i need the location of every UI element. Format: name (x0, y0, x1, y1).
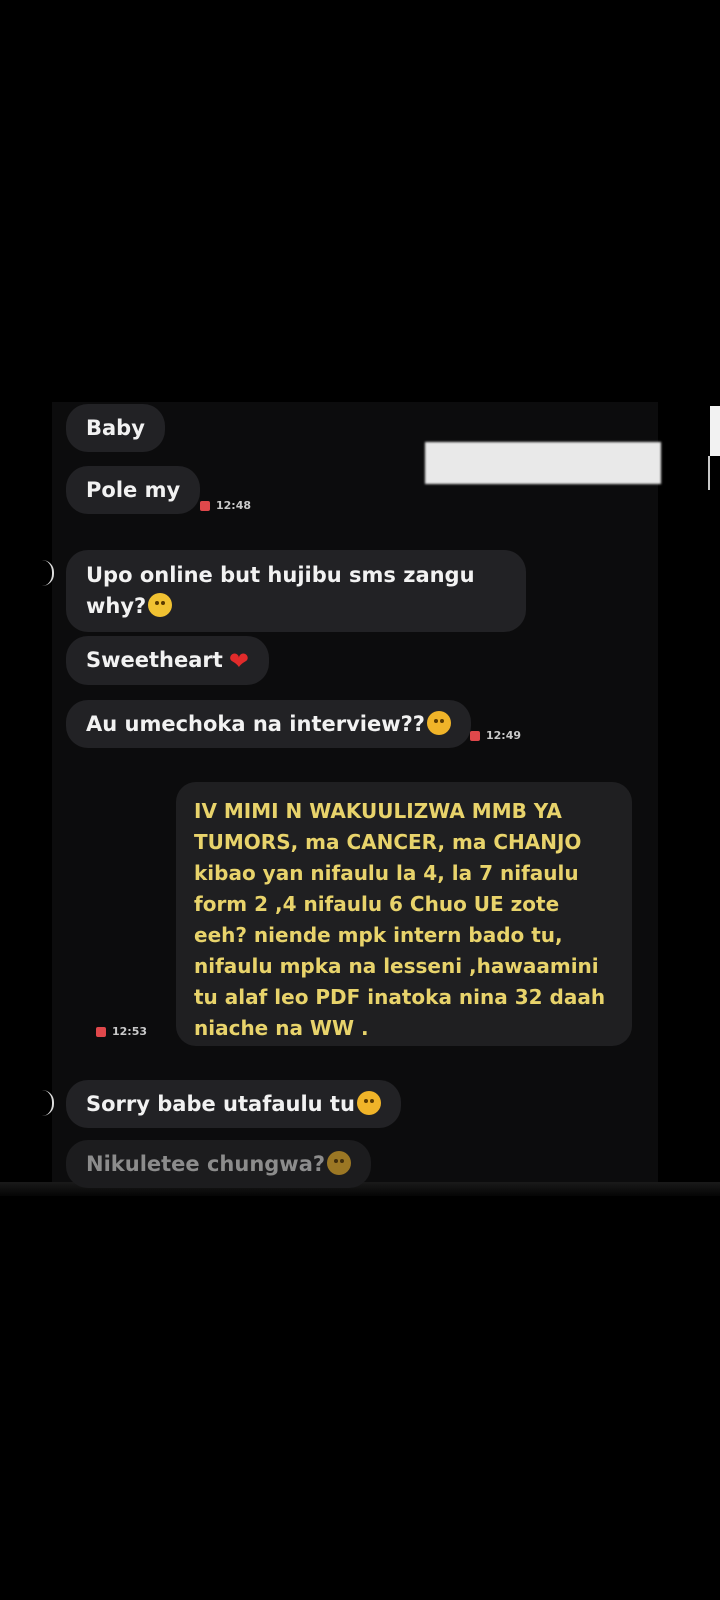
message-bubble-upo-online[interactable]: Upo online but hujibu sms zangu why? (66, 550, 526, 632)
screen-edge-bar (710, 406, 720, 456)
message-text-line: nifaulu mpka na lesseni ,hawaamini (194, 954, 599, 978)
frowning-face-icon (356, 1091, 381, 1115)
message-text-line: tu alaf leo PDF inatoka nina 32 daah (194, 985, 606, 1009)
message-text-line: TUMORS, ma CANCER, ma CHANJO (194, 830, 582, 854)
message-text-line: eeh? niende mpk intern bado tu, (194, 923, 563, 947)
message-text: Baby (86, 416, 145, 440)
delivery-icon (200, 500, 210, 511)
message-bubble-sorry-babe[interactable]: Sorry babe utafaulu tu (66, 1080, 401, 1128)
message-bubble-chungwa[interactable]: Nikuletee chungwa? (66, 1140, 372, 1188)
message-bubble-outgoing-long[interactable]: IV MIMI N WAKUULIZWA MMB YA TUMORS, ma C… (176, 782, 632, 1046)
message-text-line: IV MIMI N WAKUULIZWA MMB YA (194, 799, 562, 823)
delivery-icon (470, 730, 480, 741)
message-text: Sweetheart (86, 648, 223, 672)
message-text: Nikuletee chungwa? (86, 1152, 326, 1176)
message-timestamp: 12:49 (470, 729, 521, 742)
message-text-line: Upo online but hujibu sms zangu (86, 563, 475, 587)
message-bubble-pole-my[interactable]: Pole my (66, 466, 201, 514)
screen-edge-line (708, 456, 710, 490)
pensive-face-icon (148, 593, 173, 617)
message-bubble-baby[interactable]: Baby (66, 404, 165, 452)
red-heart-icon: ❤ (228, 647, 249, 675)
frowning-face-icon (327, 1151, 352, 1175)
message-bubble-sweetheart[interactable]: Sweetheart ❤ (66, 636, 269, 685)
redacted-contact-name (425, 442, 661, 484)
message-text: Pole my (86, 478, 181, 502)
message-text-line: form 2 ,4 nifaulu 6 Chuo UE zote (194, 892, 560, 916)
message-text-line: why? (86, 594, 147, 618)
delivery-icon (96, 1026, 106, 1037)
message-bubble-interview[interactable]: Au umechoka na interview?? (66, 700, 471, 748)
message-text: Sorry babe utafaulu tu (86, 1092, 355, 1116)
message-timestamp: 12:48 (200, 499, 251, 512)
frowning-face-icon (426, 711, 451, 735)
message-text-line: niache na WW . (194, 1016, 369, 1040)
message-text-line: kibao yan nifaulu la 4, la 7 nifaulu (194, 861, 579, 885)
message-timestamp: 12:53 (96, 1025, 147, 1038)
message-text: Au umechoka na interview?? (86, 712, 425, 736)
